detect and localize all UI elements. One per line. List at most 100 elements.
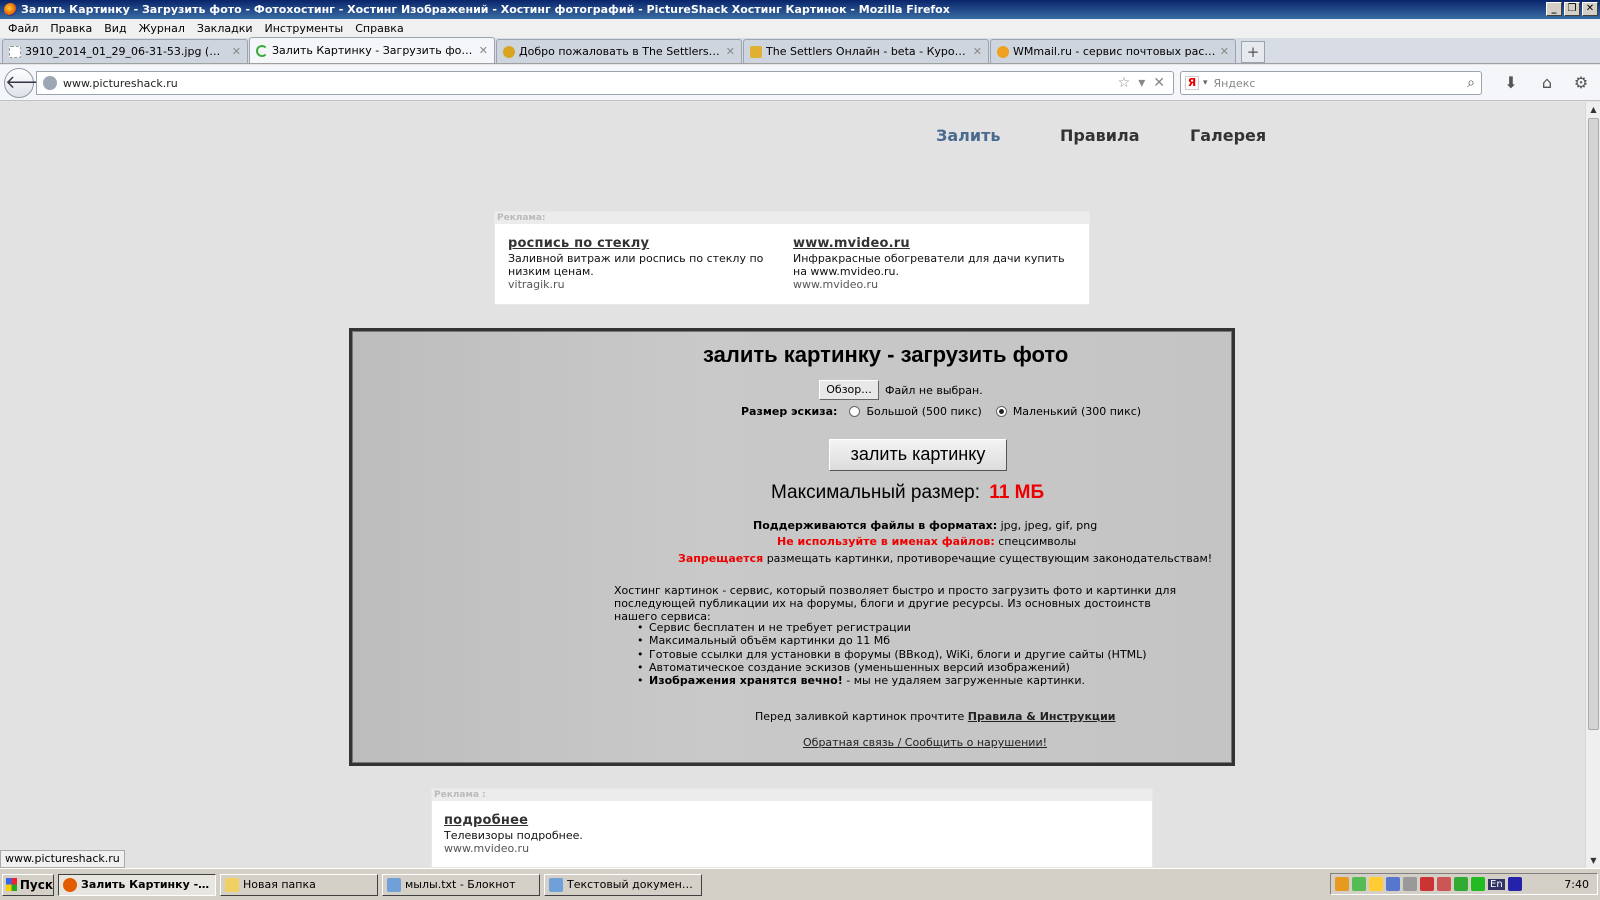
loading-icon bbox=[256, 44, 268, 57]
notepad-icon bbox=[549, 877, 563, 892]
ad-item[interactable]: роспись по стеклу Заливной витраж или ро… bbox=[508, 236, 768, 291]
tray-check-icon[interactable] bbox=[1352, 877, 1366, 891]
tab-pictureshack[interactable]: Залить Картинку - Загрузить фото - Ф... … bbox=[249, 37, 495, 63]
tray-app-icon[interactable] bbox=[1454, 877, 1468, 891]
taskbar-item-label: мылы.txt - Блокнот bbox=[405, 878, 516, 891]
yandex-icon[interactable]: Я bbox=[1185, 76, 1199, 90]
forbidden-label: Запрещается bbox=[678, 552, 764, 565]
address-bar[interactable]: www.pictureshack.ru ☆ ▾ ✕ bbox=[36, 71, 1174, 95]
size-small-radio[interactable] bbox=[995, 406, 1007, 417]
ad-block-bottom: Реклама : подробнее Телевизоры подробнее… bbox=[431, 788, 1153, 868]
tab-close-icon[interactable]: ✕ bbox=[479, 44, 488, 57]
menu-file[interactable]: Файл bbox=[6, 22, 48, 35]
taskbar: Пуск Залить Картинку - З... Новая папка … bbox=[0, 868, 1600, 900]
menu-edit[interactable]: Правка bbox=[48, 22, 102, 35]
size-small-label[interactable]: Маленький (300 пикс) bbox=[1013, 405, 1141, 418]
ad-title-link[interactable]: подробнее bbox=[444, 813, 844, 828]
feature-bold: Изображения хранятся вечно! bbox=[649, 674, 843, 688]
tab-close-icon[interactable]: ✕ bbox=[1220, 45, 1229, 58]
taskbar-item-firefox[interactable]: Залить Картинку - З... bbox=[58, 873, 216, 896]
firefox-icon bbox=[4, 3, 17, 16]
menu-tools[interactable]: Инструменты bbox=[263, 22, 354, 35]
forbidden-info: Запрещается размещать картинки, противор… bbox=[678, 552, 1212, 565]
feedback: Обратная связь / Сообщить о нарушении! bbox=[803, 736, 1047, 749]
ad-description: Инфракрасные обогреватели для дачи купит… bbox=[793, 252, 1065, 278]
scroll-down-icon[interactable]: ▼ bbox=[1586, 853, 1600, 868]
menu-bookmarks[interactable]: Закладки bbox=[195, 22, 263, 35]
rules-prefix: Перед заливкой картинок прочтите bbox=[755, 710, 965, 723]
search-icon[interactable]: ⌕ bbox=[1467, 75, 1475, 91]
size-large-label[interactable]: Большой (500 пикс) bbox=[866, 405, 981, 418]
tab-settlers-welcome[interactable]: Добро пожаловать в The Settlers Онла... … bbox=[496, 39, 742, 63]
tray-app-icon[interactable] bbox=[1335, 877, 1349, 891]
max-size-info: Максимальный размер: 11 МБ bbox=[771, 482, 1044, 504]
special-chars-value: спецсимволы bbox=[998, 535, 1077, 548]
ad-title-link[interactable]: роспись по стеклу bbox=[508, 236, 768, 251]
addon-icon[interactable]: ⚙ bbox=[1570, 73, 1592, 93]
tray-app-icon[interactable] bbox=[1386, 877, 1400, 891]
browse-button[interactable]: Обзор... bbox=[819, 380, 879, 400]
menu-history[interactable]: Журнал bbox=[137, 22, 195, 35]
search-bar[interactable]: Я ▾ Яндекс ⌕ bbox=[1180, 71, 1482, 95]
start-label: Пуск bbox=[19, 877, 53, 892]
taskbar-item-folder[interactable]: Новая папка bbox=[220, 873, 378, 896]
upload-submit-button[interactable]: залить картинку bbox=[829, 439, 1007, 471]
search-input[interactable]: Яндекс bbox=[1214, 77, 1468, 90]
tray-app-icon[interactable] bbox=[1420, 877, 1434, 891]
ad-title-link[interactable]: www.mvideo.ru bbox=[793, 236, 1078, 251]
home-icon[interactable]: ⌂ bbox=[1536, 73, 1558, 93]
start-button[interactable]: Пуск bbox=[2, 873, 54, 896]
forbidden-value: размещать картинки, противоречащие сущес… bbox=[766, 552, 1213, 565]
ad-item[interactable]: подробнее Телевизоры подробнее. www.mvid… bbox=[444, 813, 844, 855]
wmmail-icon bbox=[997, 45, 1009, 58]
taskbar-item-label: Залить Картинку - З... bbox=[81, 878, 211, 891]
language-indicator[interactable]: En bbox=[1488, 878, 1505, 890]
ad-header: Реклама: bbox=[495, 212, 1089, 224]
site-navigation: Залить Правила Галерея bbox=[936, 126, 1266, 145]
new-tab-button[interactable]: + bbox=[1241, 41, 1265, 63]
rules-link[interactable]: Правила & Инструкции bbox=[968, 710, 1116, 723]
search-engine-dropdown-icon[interactable]: ▾ bbox=[1203, 78, 1208, 88]
nav-rules-link[interactable]: Правила bbox=[1060, 126, 1190, 145]
upload-panel-inner: залить картинку - загрузить фото Обзор..… bbox=[352, 331, 1232, 763]
ad-domain: www.mvideo.ru bbox=[444, 842, 530, 855]
dropdown-arrow-icon[interactable]: ▾ bbox=[1138, 75, 1145, 91]
tray-app-icon[interactable] bbox=[1403, 877, 1417, 891]
formats-label: Поддерживаются файлы в форматах: bbox=[753, 519, 998, 532]
size-large-radio[interactable] bbox=[849, 406, 861, 417]
taskbar-item-notepad[interactable]: мылы.txt - Блокнот bbox=[382, 873, 540, 896]
scroll-up-icon[interactable]: ▲ bbox=[1586, 102, 1600, 117]
tab-close-icon[interactable]: ✕ bbox=[232, 45, 241, 58]
download-icon[interactable]: ⬇ bbox=[1500, 73, 1522, 93]
upload-panel: залить картинку - загрузить фото Обзор..… bbox=[349, 328, 1235, 766]
menu-view[interactable]: Вид bbox=[102, 22, 136, 35]
tab-wmmail[interactable]: WMmail.ru - сервис почтовых рассылок... … bbox=[990, 39, 1236, 63]
minimize-button[interactable]: _ bbox=[1546, 2, 1562, 16]
back-button[interactable]: 🡐 bbox=[4, 68, 53, 98]
ad-item[interactable]: www.mvideo.ru Инфракрасные обогреватели … bbox=[793, 236, 1078, 291]
taskbar-item-textdoc[interactable]: Текстовый документ.t... bbox=[544, 873, 702, 896]
nav-upload-link[interactable]: Залить bbox=[936, 126, 1060, 145]
menu-bar: Файл Правка Вид Журнал Закладки Инструме… bbox=[0, 19, 1600, 38]
close-button[interactable]: ✕ bbox=[1582, 2, 1598, 16]
ad-description: Телевизоры подробнее. bbox=[444, 829, 583, 842]
bookmark-star-icon[interactable]: ☆ bbox=[1118, 75, 1131, 91]
url-text[interactable]: www.pictureshack.ru bbox=[63, 77, 1118, 90]
stop-icon[interactable]: ✕ bbox=[1153, 75, 1165, 91]
tray-app-icon[interactable] bbox=[1471, 877, 1485, 891]
maximize-button[interactable]: ❐ bbox=[1564, 2, 1580, 16]
window-title: Залить Картинку - Загрузить фото - Фотох… bbox=[21, 3, 950, 16]
vertical-scrollbar[interactable]: ▲ ▼ bbox=[1585, 102, 1600, 868]
tray-app-icon[interactable] bbox=[1369, 877, 1383, 891]
tab-image[interactable]: 3910_2014_01_29_06-31-53.jpg (Изобр... ✕ bbox=[2, 39, 248, 63]
tab-close-icon[interactable]: ✕ bbox=[973, 45, 982, 58]
tab-settlers-beta[interactable]: The Settlers Онлайн - beta - Курон [Rea.… bbox=[743, 39, 989, 63]
tray-arrow-icon[interactable] bbox=[1507, 877, 1522, 891]
tray-app-icon[interactable] bbox=[1437, 877, 1451, 891]
menu-help[interactable]: Справка bbox=[353, 22, 413, 35]
formats-value: jpg, jpeg, gif, png bbox=[1000, 519, 1098, 532]
nav-gallery-link[interactable]: Галерея bbox=[1190, 126, 1266, 145]
feedback-link[interactable]: Обратная связь / Сообщить о нарушении! bbox=[803, 736, 1047, 749]
tab-close-icon[interactable]: ✕ bbox=[726, 45, 735, 58]
scrollbar-thumb[interactable] bbox=[1588, 118, 1599, 730]
